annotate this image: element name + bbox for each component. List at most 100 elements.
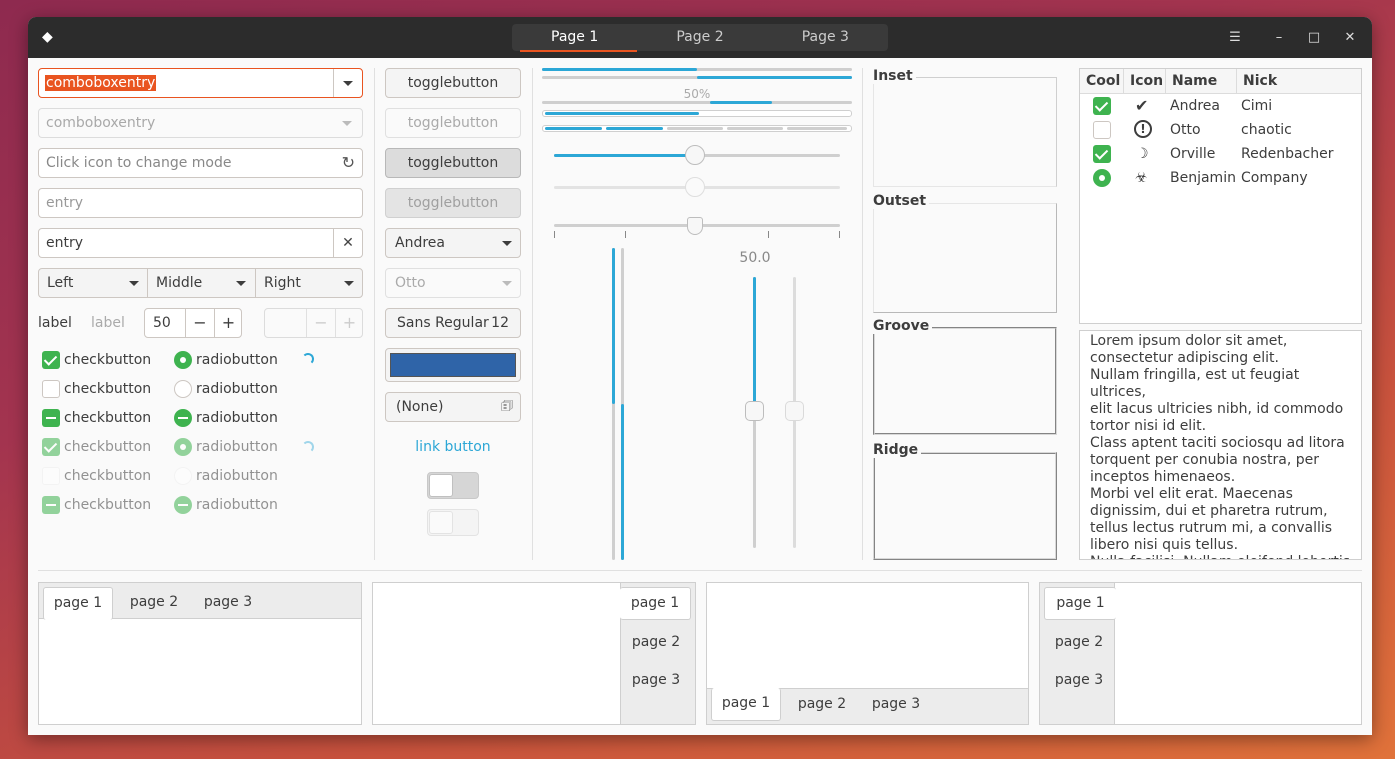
togglebutton[interactable]: togglebutton <box>385 68 521 98</box>
tree-cool-checkbox[interactable] <box>1093 145 1111 163</box>
frame-inset-label: Inset <box>873 68 916 84</box>
checkbutton-unchecked-disabled <box>42 467 60 485</box>
combo-left[interactable]: Left <box>38 268 148 298</box>
column-header-cool[interactable]: Cool <box>1080 69 1124 94</box>
progress-bar-fill <box>542 68 697 71</box>
checkbutton-checked-disabled <box>42 438 60 456</box>
color-button[interactable] <box>385 348 521 382</box>
combobox-entry[interactable]: comboboxentry <box>38 68 363 98</box>
text-view-line: Lorem ipsum dolor sit amet, <box>1090 333 1288 349</box>
checkbutton-label: checkbutton <box>64 381 152 397</box>
spin-button-disabled: − + <box>264 308 363 338</box>
tab-page-2[interactable]: Page 2 <box>637 24 762 51</box>
stack-switcher: Page 1 Page 2 Page 3 <box>512 24 888 52</box>
progress-bar-activity <box>710 101 772 104</box>
checkbutton-unchecked[interactable] <box>42 380 60 398</box>
spin-button[interactable]: 50 − + <box>144 308 242 338</box>
vscale-value: 50.0 <box>739 250 771 266</box>
combo-right[interactable]: Right <box>255 268 363 298</box>
text-view-line: Morbi vel elit erat. Maecenas <box>1090 486 1293 502</box>
combo-middle[interactable]: Middle <box>147 268 256 298</box>
checkbutton-inconsistent[interactable] <box>42 409 60 427</box>
minus-icon: − <box>306 309 335 337</box>
notebook-tab[interactable]: page 2 <box>789 689 855 719</box>
notebook-tab[interactable]: page 3 <box>195 587 261 617</box>
gtk-demo-window: ◆ Page 1 Page 2 Page 3 ☰ – □ ✕ comboboxe… <box>28 17 1372 735</box>
font-button[interactable]: Sans Regular 12 <box>385 308 521 338</box>
chevron-down-icon <box>129 281 139 286</box>
scale-knob-pointer[interactable] <box>687 217 703 235</box>
close-icon[interactable]: ✕ <box>1340 28 1360 48</box>
refresh-icon[interactable]: ↻ <box>342 149 355 177</box>
clear-icon[interactable]: ✕ <box>333 229 362 257</box>
tree-cool-checkbox[interactable] <box>1093 121 1111 139</box>
combobox-entry-text[interactable]: comboboxentry <box>45 75 157 91</box>
tree-cell-name: Otto <box>1170 122 1201 138</box>
column-header-name[interactable]: Name <box>1166 69 1237 94</box>
file-chooser-button[interactable]: (None) 🗊 <box>385 392 521 422</box>
notebook-tab[interactable]: page 2 <box>1046 627 1112 657</box>
frame-groove-label: Groove <box>873 318 933 334</box>
minus-icon[interactable]: − <box>185 309 214 337</box>
radiobutton-label: radiobutton <box>196 410 278 426</box>
text-view-line: elit lacus ultricies nibh, id commodo <box>1090 401 1344 417</box>
vscale-knob-disabled <box>785 401 804 421</box>
combobox-andrea[interactable]: Andrea <box>385 228 521 258</box>
scale-knob[interactable] <box>685 145 705 165</box>
togglebutton-active[interactable]: togglebutton <box>385 148 521 178</box>
plus-icon[interactable]: + <box>214 309 242 337</box>
tab-page-3[interactable]: Page 3 <box>763 24 888 51</box>
radiobutton-unchecked[interactable] <box>174 380 192 398</box>
link-button[interactable]: link button <box>385 438 521 456</box>
checkbutton-checked[interactable] <box>42 351 60 369</box>
tree-cool-checkbox[interactable] <box>1093 97 1111 115</box>
vprogress-fill-inverted <box>621 404 624 560</box>
combobox-dropdown-button[interactable] <box>333 69 362 97</box>
combo-middle-label: Middle <box>156 275 203 291</box>
switch-off[interactable] <box>427 472 479 499</box>
maximize-icon[interactable]: □ <box>1304 28 1324 48</box>
radiobutton-inconsistent[interactable] <box>174 409 192 427</box>
column-separator <box>532 68 533 560</box>
notebook-tab[interactable]: page 2 <box>121 587 187 617</box>
level-bar-block <box>606 127 663 130</box>
progress-bar-framed <box>542 110 852 117</box>
level-bar <box>542 125 852 132</box>
radiobutton-label: radiobutton <box>196 497 278 513</box>
notebook-tab[interactable]: page 1 <box>711 688 781 721</box>
notebook-tab[interactable]: page 3 <box>623 665 689 695</box>
notebook-tabs-right: page 1 page 2 page 3 <box>372 582 696 725</box>
column-header-icon[interactable]: Icon <box>1124 69 1166 94</box>
text-view-line: tellus lectus rutrum mi, a convallis <box>1090 520 1333 536</box>
column-header-nick[interactable]: Nick <box>1237 69 1361 94</box>
switch-knob <box>429 511 453 534</box>
notebook-tab[interactable]: page 3 <box>863 689 929 719</box>
tree-view[interactable]: Cool Icon Name Nick ✔ Andrea Cimi ! Otto… <box>1079 68 1362 324</box>
entry-placeholder-field[interactable]: entry <box>38 188 363 218</box>
label: label <box>38 315 72 331</box>
menu-icon[interactable]: ☰ <box>1225 28 1245 48</box>
progress-bar-track <box>542 76 852 79</box>
notebook-tab[interactable]: page 1 <box>1044 587 1116 620</box>
entry-field[interactable]: entry ✕ <box>38 228 363 258</box>
tree-cell-nick: chaotic <box>1241 122 1292 138</box>
checkbutton-label: checkbutton <box>64 468 152 484</box>
notebook-tab[interactable]: page 1 <box>620 587 691 620</box>
label-disabled: label <box>91 315 125 331</box>
radiobutton-label: radiobutton <box>196 352 278 368</box>
notebook-tab[interactable]: page 1 <box>43 587 113 620</box>
scale-tick <box>625 231 626 238</box>
search-entry[interactable]: Click icon to change mode ↻ <box>38 148 363 178</box>
frame-groove <box>873 327 1057 435</box>
radiobutton-checked[interactable] <box>174 351 192 369</box>
tab-page-1[interactable]: Page 1 <box>512 24 638 52</box>
vscale-knob[interactable] <box>745 401 764 421</box>
tree-cell-name: Andrea <box>1170 98 1220 114</box>
notebook-tab[interactable]: page 2 <box>623 627 689 657</box>
minimize-icon[interactable]: – <box>1269 28 1289 48</box>
checkbutton-label: checkbutton <box>64 439 152 455</box>
tree-cool-radio[interactable] <box>1093 169 1111 187</box>
text-view[interactable]: Lorem ipsum dolor sit amet, consectetur a… <box>1079 330 1362 560</box>
notebook-tab[interactable]: page 3 <box>1046 665 1112 695</box>
togglebutton-disabled: togglebutton <box>385 108 521 138</box>
